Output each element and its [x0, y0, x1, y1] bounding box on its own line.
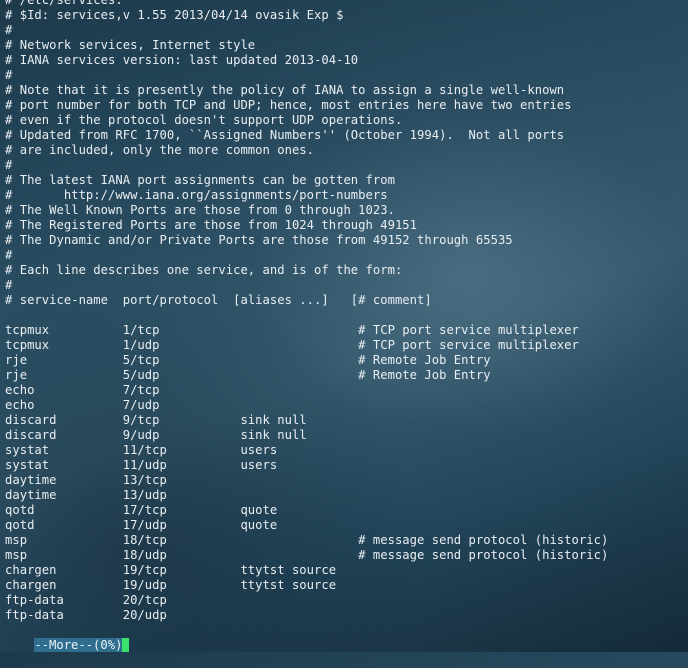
file-line: # [5, 158, 13, 172]
file-line: # [5, 278, 13, 292]
file-line: # service-name port/protocol [aliases ..… [5, 293, 432, 307]
file-line: echo 7/udp [5, 398, 160, 412]
file-line [5, 308, 685, 323]
file-line: # http://www.iana.org/assignments/port-n… [5, 188, 388, 202]
file-line: ftp-data 20/udp [5, 608, 167, 622]
file-line: msp 18/tcp # message send protocol (hist… [5, 533, 609, 547]
file-line: chargen 19/tcp ttytst source [5, 563, 337, 577]
file-line: # even if the protocol doesn't support U… [5, 113, 403, 127]
file-line: # [5, 248, 13, 262]
file-line: # Network services, Internet style [5, 38, 256, 52]
file-line: systat 11/tcp users [5, 443, 278, 457]
file-line: systat 11/udp users [5, 458, 278, 472]
file-line: # The Dynamic and/or Private Ports are t… [5, 233, 513, 247]
file-line: # Updated from RFC 1700, ``Assigned Numb… [5, 128, 565, 142]
file-line: # are included, only the more common one… [5, 143, 315, 157]
file-line: # The Registered Ports are those from 10… [5, 218, 418, 232]
file-line: # IANA services version: last updated 20… [5, 53, 359, 67]
file-line: echo 7/tcp [5, 383, 160, 397]
file-line: ftp-data 20/tcp [5, 593, 167, 607]
file-line: daytime 13/tcp [5, 473, 167, 487]
file-line: # [5, 23, 13, 37]
file-line: # /etc/services: [5, 0, 123, 7]
file-line: # The Well Known Ports are those from 0 … [5, 203, 395, 217]
file-line: # $Id: services,v 1.55 2013/04/14 ovasik… [5, 8, 344, 22]
file-line: discard 9/tcp sink null [5, 413, 307, 427]
file-line: msp 18/udp # message send protocol (hist… [5, 548, 609, 562]
file-line: tcpmux 1/udp # TCP port service multiple… [5, 338, 579, 352]
file-line: # port number for both TCP and UDP; henc… [5, 98, 572, 112]
more-prompt: --More--(0%) [34, 638, 123, 652]
terminal-cursor [122, 638, 130, 652]
file-line: # [5, 68, 13, 82]
file-line: tcpmux 1/tcp # TCP port service multiple… [5, 323, 579, 337]
file-line: # The latest IANA port assignments can b… [5, 173, 395, 187]
file-line: daytime 13/udp [5, 488, 167, 502]
terminal-window[interactable]: # /etc/services: # $Id: services,v 1.55 2… [5, 0, 685, 652]
file-line: chargen 19/udp ttytst source [5, 578, 337, 592]
pager-status-line[interactable]: --More--(0%) [5, 623, 685, 652]
file-line: rje 5/tcp # Remote Job Entry [5, 353, 491, 367]
file-line: qotd 17/udp quote [5, 518, 278, 532]
services-file-content: # /etc/services: # $Id: services,v 1.55 2… [5, 0, 685, 623]
file-line: # Each line describes one service, and i… [5, 263, 403, 277]
file-line: qotd 17/tcp quote [5, 503, 278, 517]
file-line: # Note that it is presently the policy o… [5, 83, 565, 97]
file-line: discard 9/udp sink null [5, 428, 307, 442]
file-line: rje 5/udp # Remote Job Entry [5, 368, 491, 382]
